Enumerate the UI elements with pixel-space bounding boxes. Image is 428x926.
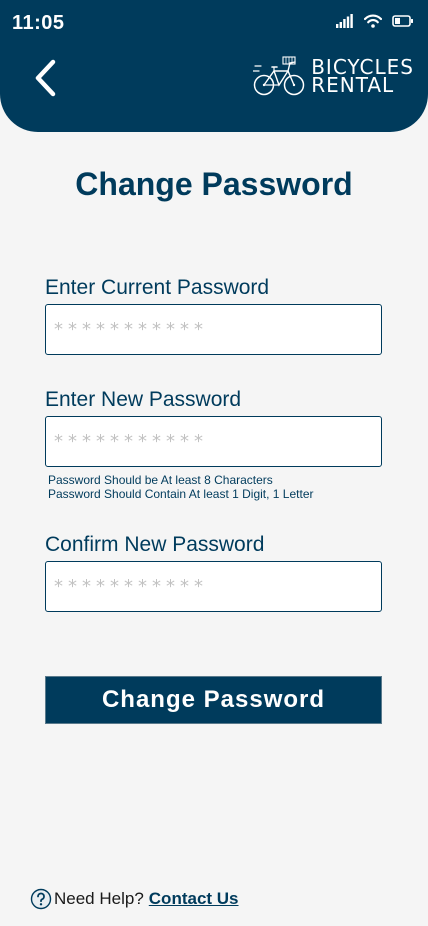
back-button[interactable] (28, 56, 62, 100)
contact-us-link[interactable]: Contact Us (149, 889, 239, 909)
new-password-label: Enter New Password (45, 388, 242, 411)
change-password-button[interactable]: Change Password (45, 676, 382, 724)
bicycle-icon (253, 56, 305, 96)
signal-icon (336, 14, 353, 28)
password-hint-length: Password Should be At least 8 Characters (48, 473, 273, 487)
app-header: 11:05 BICYCLES RENTAL (0, 0, 428, 132)
battery-icon (392, 15, 413, 27)
brand-logo: BICYCLES RENTAL (253, 54, 414, 98)
help-text: Need Help? (54, 889, 144, 908)
status-icons (336, 14, 414, 28)
page-title: Change Password (75, 166, 353, 202)
change-password-screen: 11:05 BICYCLES RENTAL Change Password En… (0, 0, 428, 926)
current-password-input[interactable] (45, 304, 382, 355)
new-password-input[interactable] (45, 416, 382, 467)
wifi-icon (364, 14, 382, 28)
chevron-left-icon (35, 59, 56, 97)
help-footer: Need Help? Contact Us (30, 888, 239, 910)
confirm-password-label: Confirm New Password (45, 533, 265, 556)
password-hint-digit: Password Should Contain At least 1 Digit… (48, 487, 314, 501)
status-time: 11:05 (12, 12, 65, 34)
current-password-label: Enter Current Password (45, 276, 270, 299)
question-icon (30, 888, 52, 910)
brand-name: BICYCLES RENTAL (311, 57, 414, 95)
confirm-password-input[interactable] (45, 561, 382, 612)
